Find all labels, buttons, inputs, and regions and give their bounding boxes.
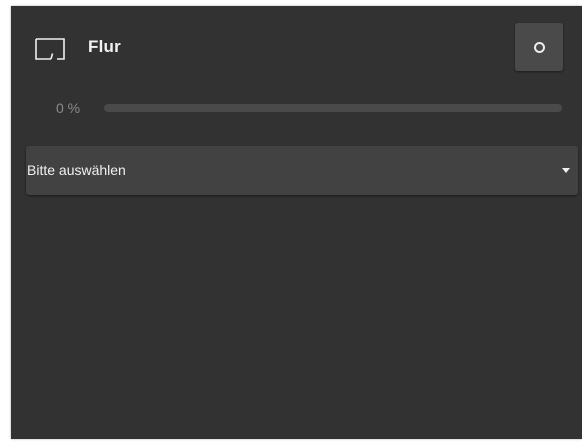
progress-bar — [104, 104, 562, 112]
progress-percent-label: 0 % — [56, 100, 81, 116]
room-title: Flur — [88, 37, 121, 56]
room-outline-icon — [35, 38, 65, 60]
select-value: Bitte auswählen — [27, 162, 126, 178]
room-card-header: Flur — [11, 6, 582, 86]
screen: Flur 0 % Bitte auswählen — [0, 0, 582, 445]
room-card: Flur 0 % Bitte auswählen — [11, 6, 582, 439]
scene-select-dropdown[interactable]: Bitte auswählen — [26, 146, 578, 195]
room-action-button[interactable] — [515, 23, 563, 71]
circle-icon — [534, 42, 545, 53]
caret-down-icon — [562, 168, 570, 173]
